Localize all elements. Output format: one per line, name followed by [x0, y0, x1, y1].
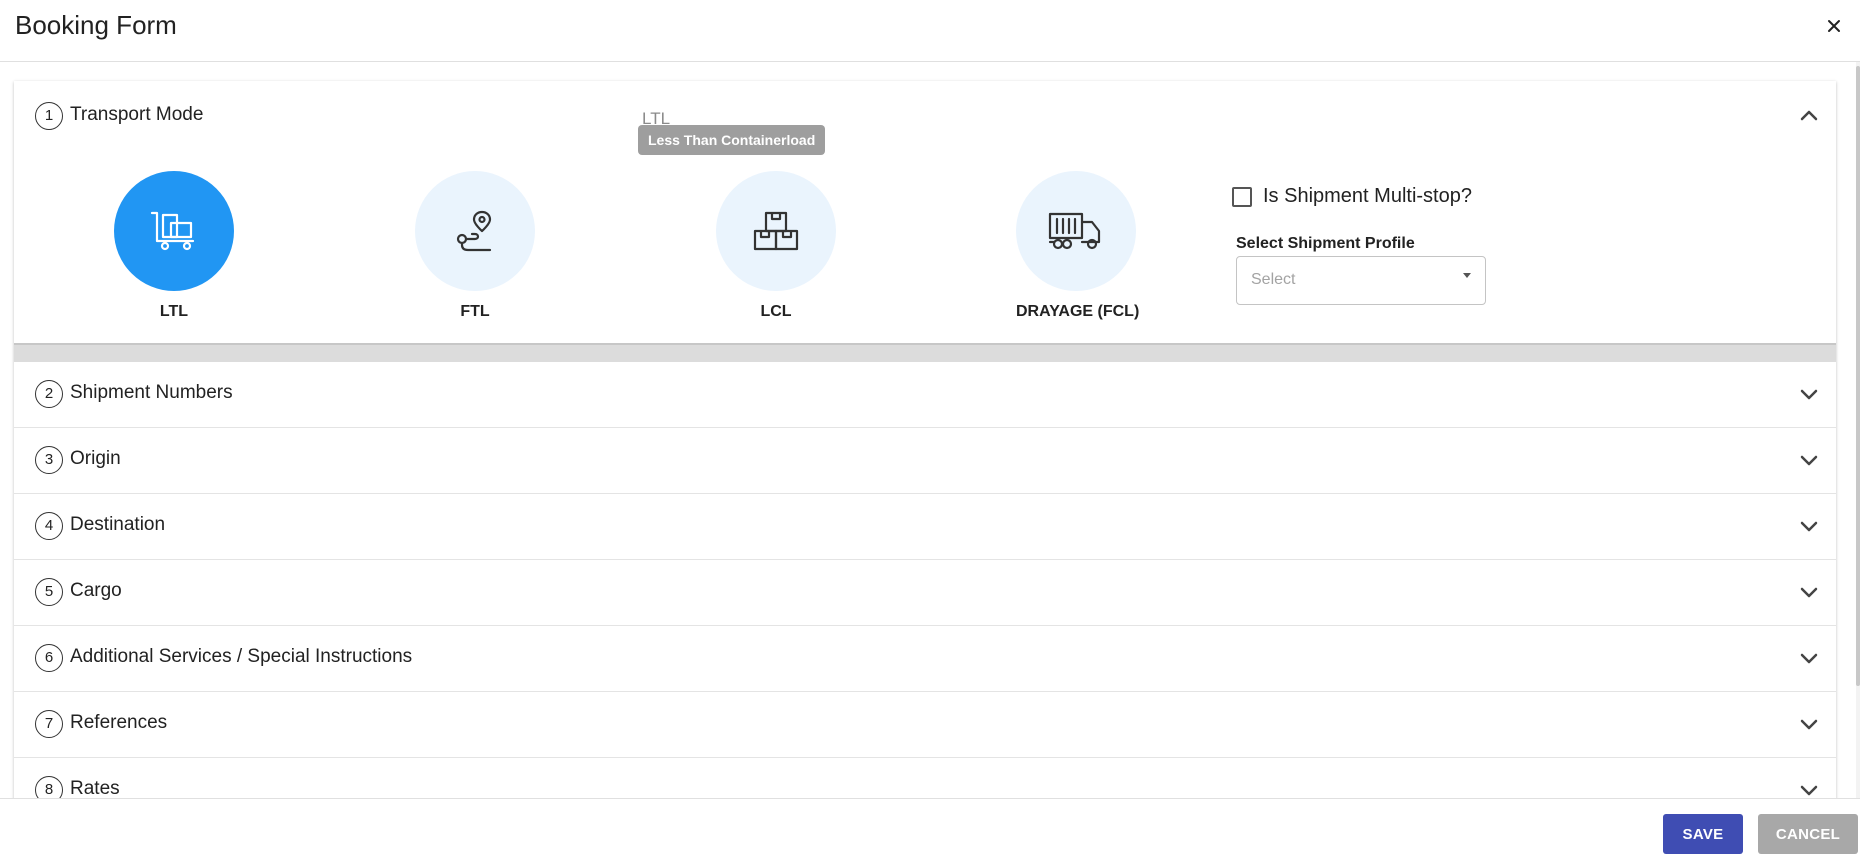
mode-label: LTL [159, 303, 189, 320]
dialog-footer: SAVE CANCEL [0, 798, 1860, 861]
chevron-down-icon[interactable] [1799, 521, 1819, 533]
mode-label: DRAYAGE (FCL) [1016, 303, 1140, 320]
chevron-down-icon[interactable] [1799, 455, 1819, 467]
step-number-badge: 5 [35, 578, 63, 606]
section-rates[interactable]: 8 Rates [14, 758, 1836, 798]
section-origin[interactable]: 3 Origin [14, 428, 1836, 494]
step-number-badge: 6 [35, 644, 63, 672]
section-title: Cargo [70, 580, 122, 601]
section-destination[interactable]: 4 Destination [14, 494, 1836, 560]
section-title: Shipment Numbers [70, 382, 233, 403]
section-shipment-numbers[interactable]: 2 Shipment Numbers [14, 362, 1836, 428]
section-references[interactable]: 7 References [14, 692, 1836, 758]
shipment-profile-label: Select Shipment Profile [1236, 235, 1415, 252]
chevron-down-icon[interactable] [1799, 785, 1819, 797]
chevron-down-icon[interactable] [1799, 719, 1819, 731]
caret-down-icon [1463, 273, 1471, 278]
container-truck-icon [1048, 212, 1101, 250]
form-scroll-area[interactable]: 1 Transport Mode LTL Less Than Container… [0, 62, 1860, 798]
shipment-profile-select[interactable]: Select [1236, 256, 1486, 305]
mode-option-ltl[interactable]: LTL [114, 171, 234, 321]
route-pin-icon [456, 210, 492, 252]
section-title: Rates [70, 778, 120, 798]
dialog-header: Booking Form [0, 0, 1860, 62]
step-number-badge: 4 [35, 512, 63, 540]
step-number-badge: 8 [35, 776, 63, 798]
booking-accordion: 1 Transport Mode LTL Less Than Container… [14, 81, 1836, 798]
section-title: Transport Mode [70, 104, 204, 125]
mode-label: FTL [460, 303, 490, 320]
mode-option-drayage[interactable]: DRAYAGE (FCL) [1016, 171, 1140, 321]
section-title: Destination [70, 514, 166, 535]
tooltip: Less Than Containerload [638, 125, 826, 155]
step-number-badge: 2 [35, 380, 63, 408]
section-additional-services[interactable]: 6 Additional Services / Special Instruct… [14, 626, 1836, 692]
scrollbar-thumb[interactable] [1856, 66, 1860, 686]
mode-option-ftl[interactable]: FTL [415, 171, 535, 321]
stacked-boxes-icon [753, 211, 799, 251]
section-cargo[interactable]: 5 Cargo [14, 560, 1836, 626]
section-title: Origin [70, 448, 121, 469]
dolly-cart-icon [150, 211, 195, 251]
mode-option-lcl[interactable]: LCL [716, 171, 836, 321]
section-title: References [70, 712, 168, 733]
step-number-badge: 7 [35, 710, 63, 738]
page-title: Booking Form [15, 10, 177, 40]
section-title: Additional Services / Special Instructio… [70, 646, 413, 667]
section-transport-mode: 1 Transport Mode LTL Less Than Container… [14, 81, 1836, 345]
mode-circle[interactable] [716, 171, 836, 291]
step-number-badge: 3 [35, 446, 63, 474]
mode-circle[interactable] [114, 171, 234, 291]
mode-circle[interactable] [415, 171, 535, 291]
chevron-down-icon[interactable] [1799, 653, 1819, 665]
multistop-label: Is Shipment Multi-stop? [1263, 185, 1472, 207]
select-placeholder: Select [1251, 271, 1296, 288]
close-icon[interactable] [1822, 14, 1846, 38]
cancel-button[interactable]: CANCEL [1758, 814, 1858, 854]
multistop-toggle[interactable]: Is Shipment Multi-stop? [1232, 185, 1472, 208]
chevron-up-icon[interactable] [1799, 109, 1819, 121]
step-number-badge: 1 [35, 102, 63, 130]
save-button[interactable]: SAVE [1663, 814, 1743, 854]
chevron-down-icon[interactable] [1799, 587, 1819, 599]
multistop-checkbox[interactable] [1232, 186, 1252, 207]
section-divider [14, 345, 1836, 362]
chevron-down-icon[interactable] [1799, 389, 1819, 401]
mode-circle[interactable] [1016, 171, 1136, 291]
mode-label: LCL [760, 303, 792, 320]
